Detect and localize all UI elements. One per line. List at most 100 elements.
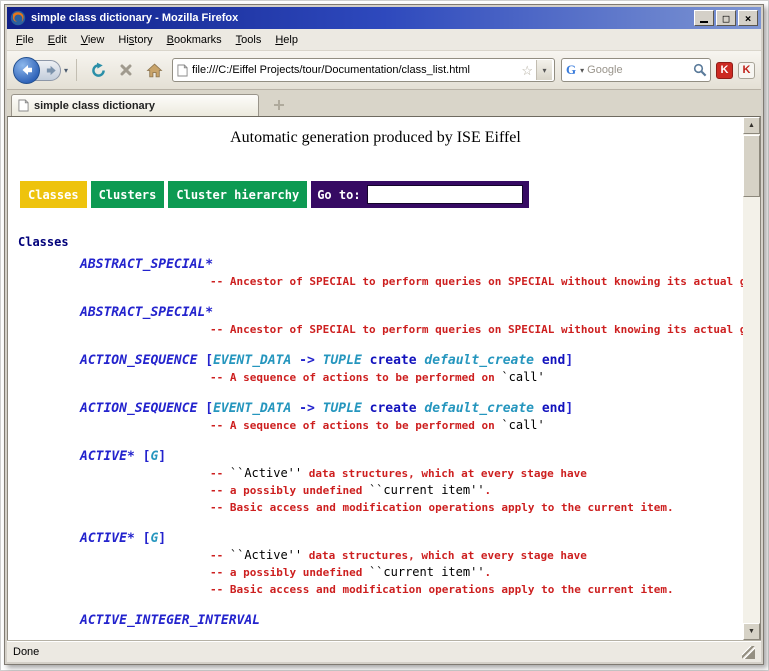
menu-history[interactable]: History bbox=[111, 31, 159, 49]
back-button[interactable] bbox=[13, 57, 40, 84]
text-segment: data structures, which at every stage ha… bbox=[302, 549, 587, 562]
menu-bookmarks[interactable]: Bookmarks bbox=[160, 31, 229, 49]
menu-bar: FileEditViewHistoryBookmarksToolsHelp bbox=[7, 29, 761, 51]
tab-strip-icon[interactable] bbox=[271, 97, 287, 113]
text-segment: ``Active'' bbox=[230, 548, 302, 562]
class-link[interactable]: ABSTRACT_SPECIAL* bbox=[80, 257, 213, 272]
class-name-line[interactable]: ACTIVE_INTEGER_INTERVAL bbox=[80, 613, 743, 629]
class-name-line[interactable]: ACTIVE* [G] bbox=[80, 531, 743, 547]
minimize-button[interactable] bbox=[694, 10, 714, 26]
class-comment-line: -- ``Active'' data structures, which at … bbox=[210, 465, 743, 482]
text-segment: -- Ancestor of SPECIAL to perform querie… bbox=[210, 275, 743, 288]
text-segment: . bbox=[485, 566, 492, 579]
text-segment: -> bbox=[291, 353, 322, 368]
status-bar: Done bbox=[7, 641, 761, 662]
goto-label: Go to: bbox=[317, 188, 360, 202]
search-bar[interactable]: G ▾ Google bbox=[561, 58, 711, 82]
home-button[interactable] bbox=[142, 58, 166, 82]
menu-edit[interactable]: Edit bbox=[41, 31, 74, 49]
class-link[interactable]: ABSTRACT_SPECIAL* bbox=[80, 305, 213, 320]
class-entry: ABSTRACT_SPECIAL* -- Ancestor of SPECIAL … bbox=[8, 305, 743, 338]
class-link[interactable]: ACTIVE_INTEGER_INTERVAL bbox=[80, 613, 260, 628]
maximize-button[interactable]: □ bbox=[716, 10, 736, 26]
url-dropdown-button[interactable]: ▾ bbox=[536, 60, 552, 80]
class-entry: ACTIVE* [G]-- ``Active'' data structures… bbox=[8, 449, 743, 516]
menu-help[interactable]: Help bbox=[268, 31, 305, 49]
scrollbar-thumb[interactable] bbox=[743, 135, 760, 197]
navigation-toolbar: ▾ bbox=[7, 51, 761, 90]
class-name-line[interactable]: ABSTRACT_SPECIAL* bbox=[80, 305, 743, 321]
classes-section-title: Classes bbox=[18, 235, 743, 249]
text-segment: `call' bbox=[501, 370, 544, 384]
text-segment: -- bbox=[210, 467, 230, 480]
cluster-hierarchy-button[interactable]: Cluster hierarchy bbox=[168, 181, 307, 208]
class-name-line[interactable]: ABSTRACT_SPECIAL* bbox=[80, 257, 743, 273]
class-name-line[interactable]: ACTION_SEQUENCE [EVENT_DATA -> TUPLE cre… bbox=[80, 401, 743, 417]
resize-grip[interactable] bbox=[742, 646, 755, 659]
text-segment: . bbox=[485, 484, 492, 497]
screenshot-frame: simple class dictionary - Mozilla Firefo… bbox=[0, 0, 769, 671]
tab-title: simple class dictionary bbox=[34, 100, 155, 112]
text-segment: `call' bbox=[501, 418, 544, 432]
url-text[interactable]: file:///C:/Eiffel Projects/tour/Document… bbox=[192, 64, 518, 76]
browser-viewport: Automatic generation produced by ISE Eif… bbox=[7, 116, 761, 641]
class-link[interactable]: ACTION_SEQUENCE bbox=[80, 353, 197, 368]
text-segment: [ bbox=[197, 353, 213, 368]
browser-window: simple class dictionary - Mozilla Firefo… bbox=[4, 4, 764, 665]
text-segment bbox=[534, 401, 542, 416]
class-link[interactable]: ACTIVE* bbox=[80, 531, 135, 546]
class-name-line[interactable]: ACTIVE* [G] bbox=[80, 449, 743, 465]
address-bar[interactable]: file:///C:/Eiffel Projects/tour/Document… bbox=[172, 58, 555, 82]
tab-page-icon bbox=[18, 99, 29, 112]
text-segment: -- a possibly undefined bbox=[210, 566, 369, 579]
reload-icon bbox=[90, 62, 107, 79]
class-name-line[interactable]: ACTION_SEQUENCE [EVENT_DATA -> TUPLE cre… bbox=[80, 353, 743, 369]
goto-input[interactable] bbox=[367, 185, 523, 204]
forward-arrow-icon bbox=[45, 64, 58, 77]
class-comment-line: -- a possibly undefined ``current item''… bbox=[210, 564, 743, 581]
class-comment-line: -- a possibly undefined ``current item''… bbox=[210, 482, 743, 499]
text-segment: -- A sequence of actions to be performed… bbox=[210, 419, 501, 432]
history-dropdown-icon[interactable]: ▾ bbox=[61, 66, 71, 75]
class-comment-line: -- Ancestor of SPECIAL to perform querie… bbox=[210, 321, 743, 338]
text-segment: ``current item'' bbox=[369, 483, 485, 497]
scroll-up-button[interactable]: ▲ bbox=[743, 117, 760, 134]
menu-file[interactable]: File bbox=[9, 31, 41, 49]
clusters-button[interactable]: Clusters bbox=[91, 181, 165, 208]
extension-icon-1[interactable]: K bbox=[716, 62, 733, 79]
search-engine-dropdown-icon[interactable]: ▾ bbox=[577, 66, 587, 75]
text-segment: create bbox=[370, 353, 417, 368]
text-segment: -> bbox=[291, 401, 322, 416]
text-segment: -- Basic access and modification operati… bbox=[210, 501, 674, 514]
text-segment: end bbox=[542, 401, 565, 416]
text-segment bbox=[362, 401, 370, 416]
vertical-scrollbar[interactable]: ▲ ▼ bbox=[743, 117, 760, 640]
class-entry: ACTIVE* [G]-- ``Active'' data structures… bbox=[8, 531, 743, 598]
class-link[interactable]: ACTIVE* bbox=[80, 449, 135, 464]
text-segment: default_create bbox=[424, 353, 534, 368]
menu-tools[interactable]: Tools bbox=[229, 31, 269, 49]
text-segment: ] bbox=[565, 401, 573, 416]
close-button[interactable]: × bbox=[738, 10, 758, 26]
search-input[interactable]: Google bbox=[587, 64, 693, 76]
text-segment bbox=[362, 353, 370, 368]
menu-view[interactable]: View bbox=[74, 31, 112, 49]
classes-button[interactable]: Classes bbox=[20, 181, 87, 208]
window-title: simple class dictionary - Mozilla Firefo… bbox=[31, 12, 692, 24]
reload-button[interactable] bbox=[86, 58, 110, 82]
text-segment: default_create bbox=[424, 401, 534, 416]
class-link[interactable]: ACTION_SEQUENCE bbox=[80, 401, 197, 416]
extension-icon-2[interactable]: K bbox=[738, 62, 755, 79]
page-nav-row: Classes Clusters Cluster hierarchy Go to… bbox=[20, 181, 743, 208]
text-segment: ] bbox=[565, 353, 573, 368]
goto-cell: Go to: bbox=[311, 181, 528, 208]
bookmark-star-icon[interactable]: ☆ bbox=[518, 64, 536, 77]
status-text: Done bbox=[13, 646, 39, 658]
class-comment-line: -- Basic access and modification operati… bbox=[210, 499, 743, 516]
tab-simple-class-dictionary[interactable]: simple class dictionary bbox=[11, 94, 259, 116]
scroll-down-button[interactable]: ▼ bbox=[743, 623, 760, 640]
stop-button[interactable] bbox=[114, 58, 138, 82]
search-icon[interactable] bbox=[693, 63, 707, 77]
text-segment: -- Ancestor of SPECIAL to perform querie… bbox=[210, 323, 743, 336]
text-segment: data structures, which at every stage ha… bbox=[302, 467, 587, 480]
